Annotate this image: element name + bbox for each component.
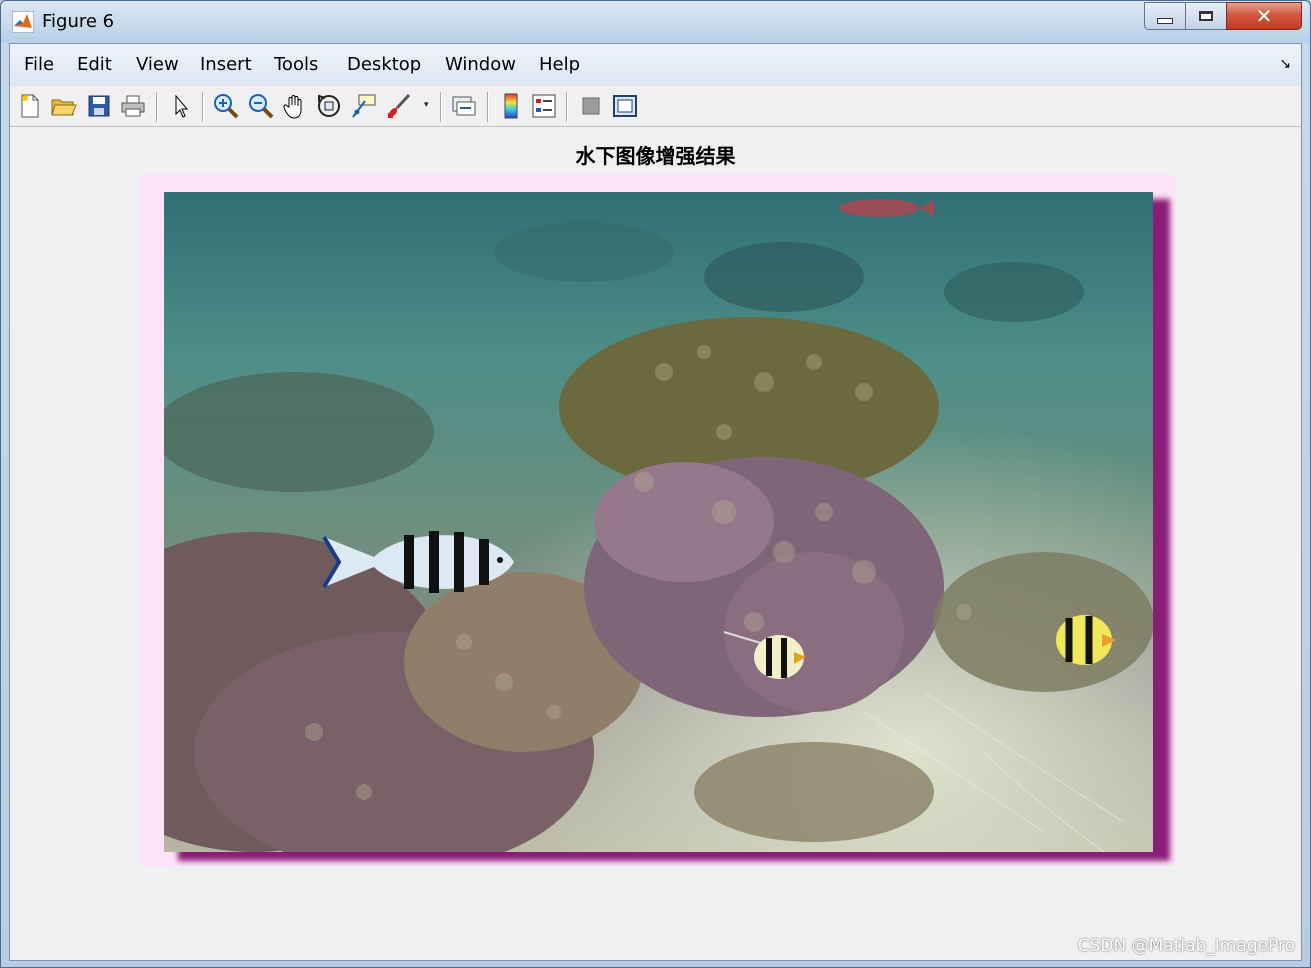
print-icon[interactable]: [119, 92, 147, 120]
zoom-out-icon[interactable]: [247, 92, 275, 120]
insert-colorbar-icon[interactable]: [497, 92, 525, 120]
minimize-icon: [1157, 18, 1173, 24]
toolbar-separator: [566, 92, 567, 122]
brush-icon[interactable]: [384, 92, 412, 120]
dock-figure-icon[interactable]: ↘: [1279, 56, 1291, 72]
insert-legend-icon[interactable]: [530, 92, 558, 120]
maximize-button[interactable]: [1185, 2, 1227, 30]
zoom-in-icon[interactable]: [212, 92, 240, 120]
close-button[interactable]: ✕: [1226, 2, 1302, 30]
data-cursor-icon[interactable]: [350, 92, 378, 120]
menu-desktop[interactable]: Desktop: [347, 54, 421, 75]
brush-dropdown-icon[interactable]: ▾: [424, 100, 429, 110]
title-bar[interactable]: Figure 6 ✕: [1, 1, 1310, 43]
new-figure-icon[interactable]: [16, 92, 44, 120]
csdn-watermark: CSDN @Matlab_ImagePro: [1077, 936, 1295, 956]
menu-help[interactable]: Help: [539, 54, 580, 75]
axes-title: 水下图像增强结果: [575, 144, 736, 168]
save-icon[interactable]: [85, 92, 113, 120]
edit-plot-arrow-icon[interactable]: [167, 92, 195, 120]
rotate-3d-icon[interactable]: [315, 92, 343, 120]
menu-window[interactable]: Window: [445, 54, 516, 75]
enhanced-underwater-image[interactable]: [164, 192, 1153, 852]
menu-view[interactable]: View: [136, 54, 179, 75]
figure-toolbar: ▾: [10, 86, 1301, 127]
window-title: Figure 6: [42, 11, 115, 32]
toolbar-separator: [487, 92, 488, 122]
show-plot-tools-icon[interactable]: [611, 92, 639, 120]
toolbar-separator: [440, 92, 441, 122]
menu-insert[interactable]: Insert: [200, 54, 252, 75]
matlab-logo-icon: [11, 10, 35, 34]
maximize-icon: [1199, 11, 1213, 21]
menu-bar: File Edit View Insert Tools Desktop Wind…: [10, 44, 1301, 87]
open-file-icon[interactable]: [50, 92, 78, 120]
menu-edit[interactable]: Edit: [77, 54, 112, 75]
close-icon: ✕: [1255, 4, 1273, 28]
figure-client-area: File Edit View Insert Tools Desktop Wind…: [9, 43, 1302, 961]
toolbar-separator: [156, 92, 157, 122]
minimize-button[interactable]: [1144, 2, 1186, 30]
toolbar-separator: [202, 92, 203, 122]
menu-file[interactable]: File: [24, 54, 54, 75]
figure-window: Figure 6 ✕ File Edit View Insert Tools D…: [0, 0, 1311, 968]
link-plot-icon[interactable]: [450, 92, 478, 120]
hide-plot-tools-icon[interactable]: [577, 92, 605, 120]
pan-hand-icon[interactable]: [281, 92, 309, 120]
menu-tools[interactable]: Tools: [274, 54, 318, 75]
